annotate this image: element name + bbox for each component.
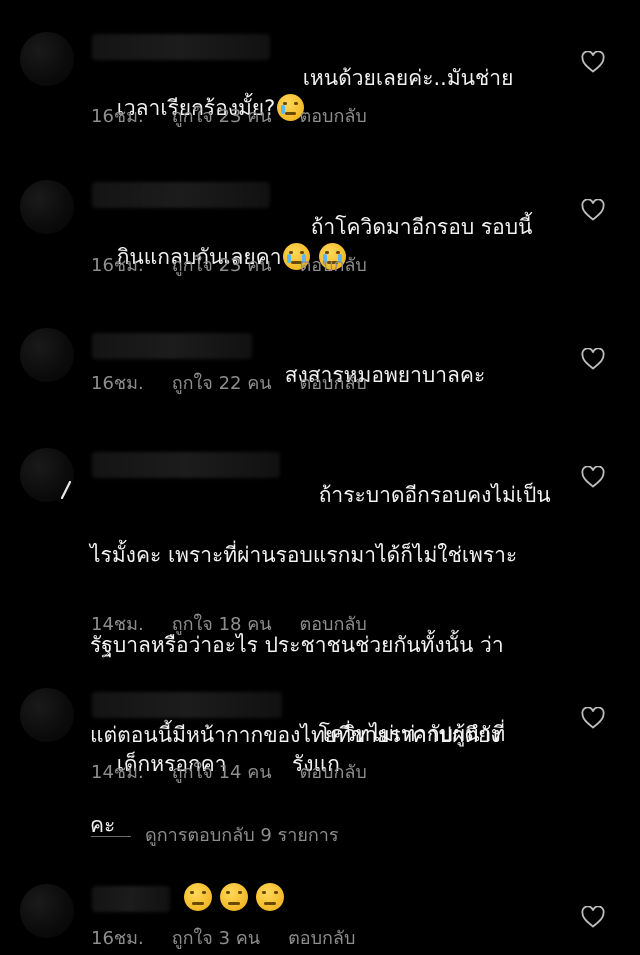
- like-count[interactable]: ถูกใจ 18 คน: [172, 613, 272, 637]
- like-count[interactable]: ถูกใจ 23 คน: [172, 105, 272, 129]
- confounded-face-emoji: [220, 883, 248, 911]
- comment-meta: 16ชม. ถูกใจ 23 คน ตอบกลับ: [91, 105, 367, 129]
- comment-time: 16ชม.: [91, 373, 144, 394]
- reply-button[interactable]: ตอบกลับ: [300, 761, 367, 785]
- username-redacted[interactable]: [92, 452, 280, 478]
- reply-button[interactable]: ตอบกลับ: [300, 254, 367, 278]
- like-count[interactable]: ถูกใจ 23 คน: [172, 254, 272, 278]
- heart-outline-icon[interactable]: [581, 348, 605, 370]
- username-redacted[interactable]: [92, 886, 170, 912]
- avatar[interactable]: [20, 688, 74, 742]
- comment-emojis: [184, 883, 284, 911]
- like-count[interactable]: ถูกใจ 3 คน: [172, 927, 260, 951]
- comment-meta: 16ชม. ถูกใจ 22 คน ตอบกลับ: [91, 372, 367, 396]
- avatar[interactable]: [20, 32, 74, 86]
- comment-meta: 16ชม. ถูกใจ 3 คน ตอบกลับ: [91, 927, 355, 951]
- reply-indicator-icon: [60, 480, 72, 500]
- comment-time: 14ชม.: [91, 614, 144, 635]
- comment-time: 14ชม.: [91, 762, 144, 783]
- heart-outline-icon[interactable]: [581, 707, 605, 729]
- avatar[interactable]: [20, 328, 74, 382]
- like-count[interactable]: ถูกใจ 14 คน: [172, 761, 272, 785]
- divider-line: [91, 835, 131, 837]
- like-count[interactable]: ถูกใจ 22 คน: [172, 372, 272, 396]
- avatar[interactable]: [20, 180, 74, 234]
- username-redacted[interactable]: [92, 182, 270, 208]
- heart-outline-icon[interactable]: [581, 199, 605, 221]
- comment-meta: 14ชม. ถูกใจ 14 คน ตอบกลับ: [91, 761, 367, 785]
- reply-button[interactable]: ตอบกลับ: [300, 372, 367, 396]
- username-redacted[interactable]: [92, 34, 270, 60]
- comment-time: 16ชม.: [91, 255, 144, 276]
- heart-outline-icon[interactable]: [581, 906, 605, 928]
- avatar[interactable]: [20, 884, 74, 938]
- comment-time: 16ชม.: [91, 106, 144, 127]
- comment-meta: 14ชม. ถูกใจ 18 คน ตอบกลับ: [91, 613, 367, 637]
- reply-button[interactable]: ตอบกลับ: [288, 927, 355, 951]
- heart-outline-icon[interactable]: [581, 51, 605, 73]
- username-redacted[interactable]: [92, 333, 252, 359]
- view-replies-label: ดูการตอบกลับ 9 รายการ: [145, 825, 339, 846]
- expressionless-face-emoji: [184, 883, 212, 911]
- comment-meta: 16ชม. ถูกใจ 23 คน ตอบกลับ: [91, 254, 367, 278]
- reply-button[interactable]: ตอบกลับ: [300, 613, 367, 637]
- username-redacted[interactable]: [92, 692, 282, 718]
- heart-outline-icon[interactable]: [581, 466, 605, 488]
- view-replies-button[interactable]: ดูการตอบกลับ 9 รายการ: [91, 824, 339, 848]
- comment-text-line-2: ไรมั้งคะ เพราะที่ผ่านรอบแรกมาได้ก็ไม่ใช่…: [90, 543, 518, 567]
- reply-button[interactable]: ตอบกลับ: [300, 105, 367, 129]
- disappointed-face-emoji: [256, 883, 284, 911]
- comment-time: 16ชม.: [91, 928, 144, 949]
